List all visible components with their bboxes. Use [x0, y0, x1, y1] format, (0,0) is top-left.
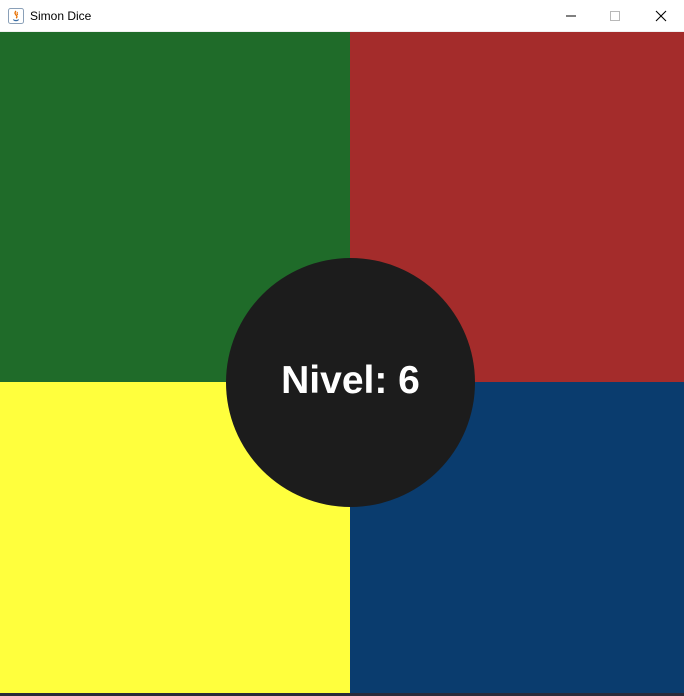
maximize-button[interactable] — [592, 0, 638, 32]
title-bar[interactable]: Simon Dice — [0, 0, 684, 32]
java-app-icon — [8, 8, 24, 24]
maximize-icon — [610, 11, 620, 21]
app-window: Simon Dice Nivel: 6 — [0, 0, 684, 696]
window-title: Simon Dice — [30, 9, 92, 23]
close-button[interactable] — [638, 0, 684, 32]
minimize-button[interactable] — [548, 0, 594, 32]
close-icon — [655, 10, 667, 22]
center-disc: Nivel: 6 — [226, 258, 475, 507]
minimize-icon — [566, 15, 576, 17]
simon-board: Nivel: 6 — [0, 32, 684, 696]
level-label: Nivel: 6 — [281, 359, 420, 402]
